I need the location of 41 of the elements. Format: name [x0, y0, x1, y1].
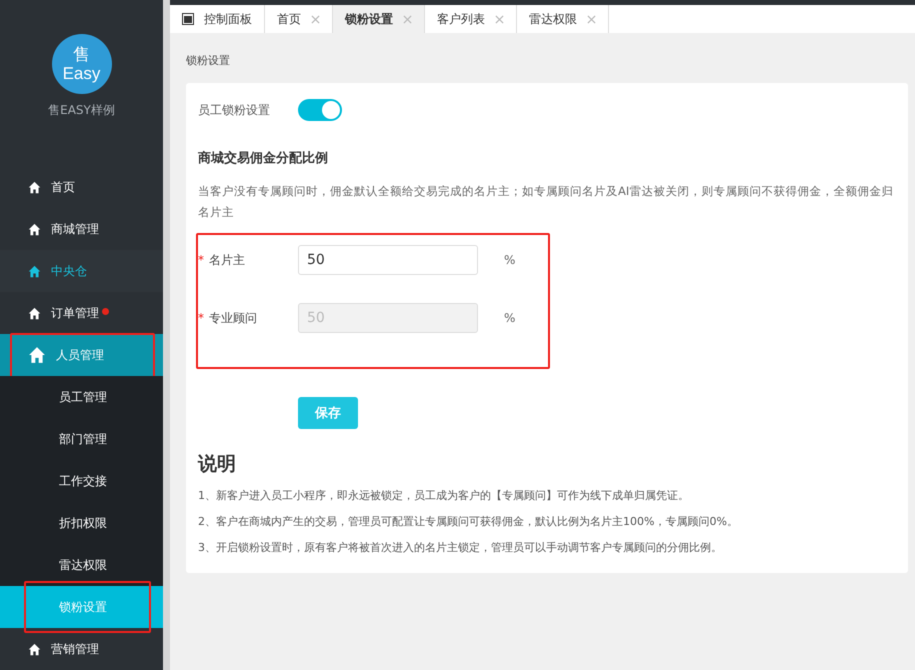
submenu-item[interactable]: 员工管理 [0, 376, 163, 418]
submenu-item[interactable]: 折扣权限 [0, 502, 163, 544]
required-mark: * [198, 252, 204, 266]
sidebar-item[interactable]: 订单管理 [0, 292, 163, 334]
close-icon[interactable] [587, 14, 596, 24]
unit-label: % [504, 253, 516, 267]
sidebar-item[interactable]: 人员管理 [0, 334, 163, 376]
sidebar-item[interactable]: 首页 [0, 166, 163, 208]
sidebar-item[interactable]: 中央仓 [0, 250, 163, 292]
description: 当客户没有专属顾问时，佣金默认全额给交易完成的名片主；如专属顾问名片及AI雷达被关闭，则专属顾问不获得佣金，全额佣金归名片主 [198, 183, 894, 221]
required-mark: * [198, 310, 204, 324]
close-icon[interactable] [403, 14, 412, 24]
home-icon [28, 264, 41, 278]
section-title: 商城交易佣金分配比例 [198, 150, 329, 167]
home-icon [28, 642, 41, 656]
tab[interactable]: 锁粉设置 [333, 5, 425, 33]
unit-label: % [504, 311, 516, 325]
input-field[interactable]: 50 [298, 245, 478, 275]
close-icon[interactable] [311, 14, 320, 24]
field-label: 名片主 [209, 252, 245, 266]
home-icon [28, 222, 41, 236]
logo: 售 Easy [52, 34, 112, 94]
note-text: 2、客户在商城内产生的交易，管理员可配置让专属顾问可获得佣金，默认比例为名片主100%，专属顾问0%。 [198, 514, 739, 529]
sidebar-item[interactable]: 营销管理 [0, 628, 163, 670]
home-icon [28, 346, 46, 364]
home-icon [28, 306, 41, 320]
toggle-switch[interactable] [298, 99, 342, 121]
note-text: 3、开启锁粉设置时，原有客户将被首次进入的名片主锁定，管理员可以手动调节客户专属顾问的分佣比例。 [198, 540, 723, 555]
toggle-label: 员工锁粉设置 [198, 102, 271, 118]
note-text: 1、新客户进入员工小程序，即永远被锁定，员工成为客户的【专属顾问】可作为线下成单归属凭证。 [198, 488, 690, 503]
submenu-item[interactable]: 部门管理 [0, 418, 163, 460]
notes-title: 说明 [198, 452, 237, 477]
home-icon [28, 180, 41, 194]
dashboard-icon [182, 13, 194, 25]
submenu-item[interactable]: 雷达权限 [0, 544, 163, 586]
close-icon[interactable] [495, 14, 504, 24]
submenu-item[interactable]: 工作交接 [0, 460, 163, 502]
sidebar-item[interactable]: 商城管理 [0, 208, 163, 250]
field-label: 专业顾问 [209, 310, 257, 324]
brand-name: 售EASY样例 [48, 102, 115, 119]
breadcrumb: 锁粉设置 [186, 53, 231, 68]
